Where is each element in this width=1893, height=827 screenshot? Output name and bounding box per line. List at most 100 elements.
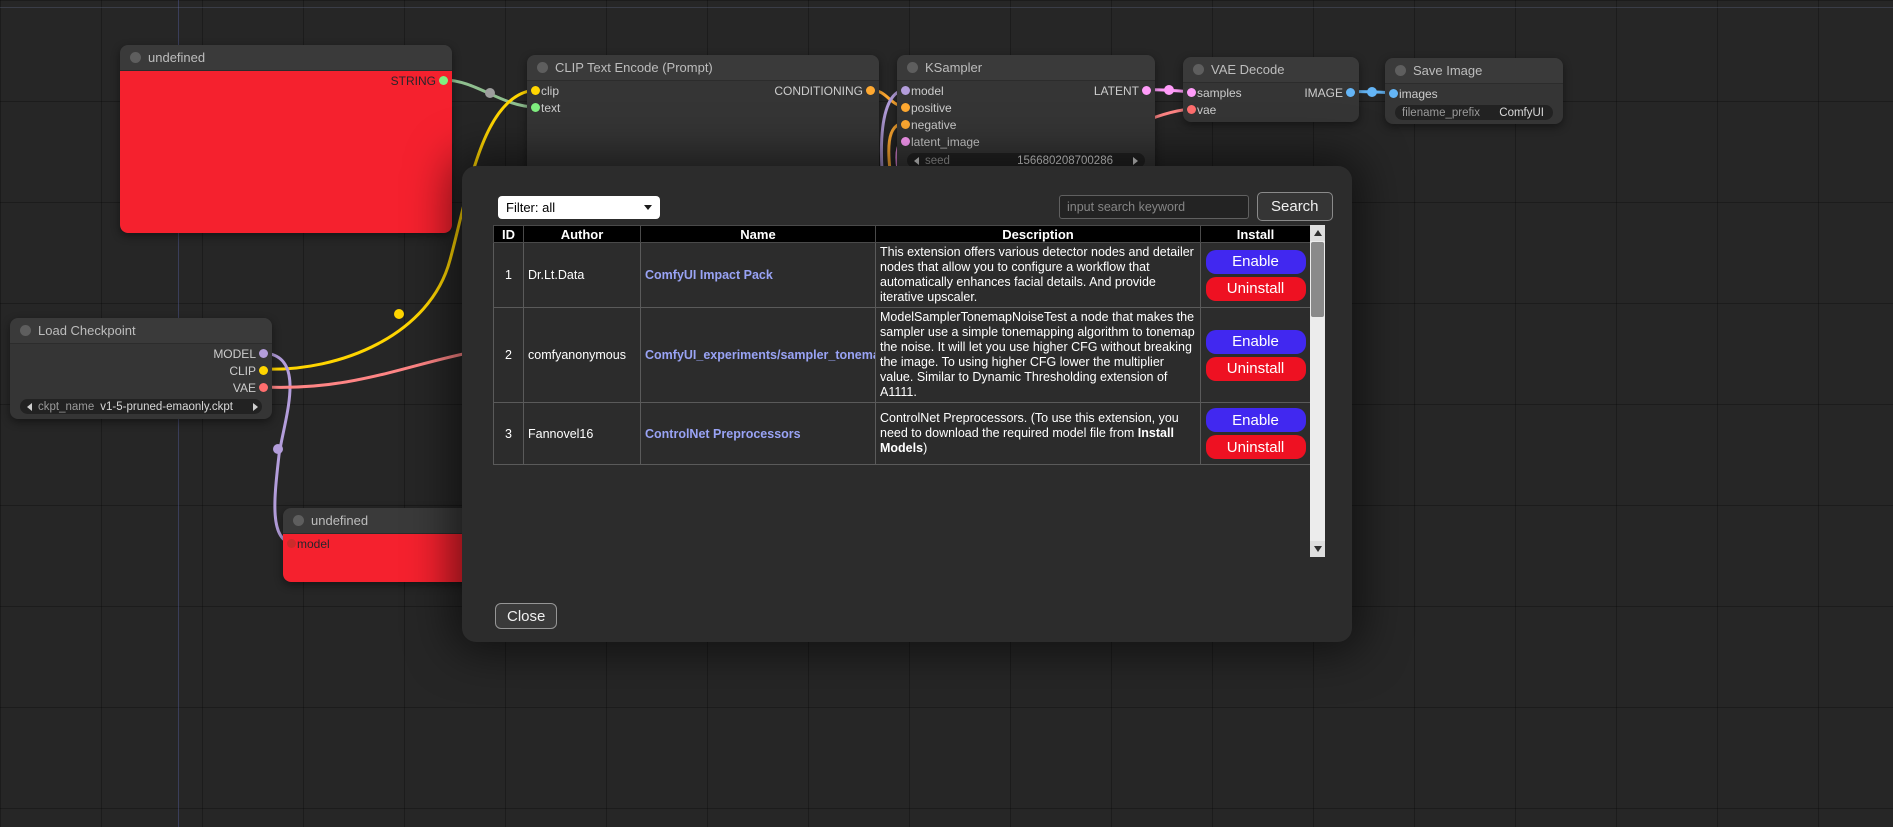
- cell-name: ComfyUI_experiments/sampler_tonemap: [641, 308, 876, 403]
- node-load-checkpoint[interactable]: Load Checkpoint MODEL CLIP VAE ckpt_name…: [10, 318, 272, 419]
- next-arrow-icon[interactable]: [253, 403, 258, 411]
- node-header[interactable]: Load Checkpoint: [10, 318, 272, 344]
- node-title: VAE Decode: [1211, 62, 1284, 77]
- collapse-dot-icon[interactable]: [130, 52, 141, 63]
- input-slot-negative[interactable]: [901, 120, 910, 129]
- node-header[interactable]: undefined: [120, 45, 452, 71]
- node-vae-decode[interactable]: VAE Decode samples IMAGE vae: [1183, 57, 1359, 122]
- input-slot-model[interactable]: [901, 86, 910, 95]
- extension-link[interactable]: ControlNet Preprocessors: [645, 427, 801, 441]
- decrement-arrow-icon[interactable]: [914, 157, 919, 165]
- collapse-dot-icon[interactable]: [1193, 64, 1204, 75]
- search-input[interactable]: [1059, 195, 1249, 219]
- widget-label: seed: [925, 155, 950, 167]
- input-slot-label: vae: [1197, 103, 1216, 117]
- slot-row: STRING: [120, 72, 452, 89]
- node-header[interactable]: Save Image: [1385, 58, 1563, 84]
- wire-dot-string[interactable]: [485, 88, 495, 98]
- ckpt-name-widget[interactable]: ckpt_name v1-5-pruned-emaonly.ckpt: [20, 399, 262, 414]
- uninstall-button[interactable]: Uninstall: [1206, 435, 1306, 459]
- slot-row: CLIP: [10, 362, 272, 379]
- node-header[interactable]: KSampler: [897, 55, 1155, 81]
- node-title: KSampler: [925, 60, 982, 75]
- input-slot-label: negative: [911, 118, 956, 132]
- collapse-dot-icon[interactable]: [1395, 65, 1406, 76]
- input-slot-images[interactable]: [1389, 89, 1398, 98]
- wire-dot-model[interactable]: [273, 444, 283, 454]
- table-row: 1 Dr.Lt.Data ComfyUI Impact Pack This ex…: [494, 243, 1311, 308]
- col-header-install: Install: [1201, 226, 1311, 243]
- input-slot-samples[interactable]: [1187, 88, 1196, 97]
- custom-nodes-manager-dialog: Filter: all Search ID Author Name Descri…: [462, 166, 1352, 642]
- output-slot-string[interactable]: [439, 76, 448, 85]
- input-slot-vae[interactable]: [1187, 105, 1196, 114]
- node-ksampler[interactable]: KSampler model LATENT positive negative …: [897, 55, 1155, 177]
- wire-dot-image[interactable]: [1367, 87, 1377, 97]
- enable-button[interactable]: Enable: [1206, 330, 1306, 354]
- input-slot-model[interactable]: [287, 539, 296, 548]
- slot-row: text: [527, 99, 879, 116]
- filter-select[interactable]: Filter: all: [498, 196, 660, 219]
- output-slot-label: IMAGE: [1304, 86, 1343, 100]
- node-header[interactable]: VAE Decode: [1183, 57, 1359, 83]
- node-header[interactable]: CLIP Text Encode (Prompt): [527, 55, 879, 81]
- slot-row: positive: [897, 99, 1155, 116]
- uninstall-button[interactable]: Uninstall: [1206, 277, 1306, 301]
- output-slot-vae[interactable]: [259, 383, 268, 392]
- input-slot-label: text: [541, 101, 560, 115]
- input-slot-latent-image[interactable]: [901, 137, 910, 146]
- previous-arrow-icon[interactable]: [27, 403, 32, 411]
- node-body: model LATENT positive negative latent_im…: [897, 81, 1155, 168]
- filter-selected-value: Filter: all: [506, 200, 555, 215]
- col-header-author: Author: [524, 226, 641, 243]
- input-slot-label: model: [911, 84, 944, 98]
- output-slot-image[interactable]: [1346, 88, 1355, 97]
- node-body: images filename_prefix ComfyUI: [1385, 84, 1563, 120]
- output-slot-label: VAE: [233, 381, 256, 395]
- col-header-id: ID: [494, 226, 524, 243]
- search-button[interactable]: Search: [1257, 192, 1333, 221]
- enable-button[interactable]: Enable: [1206, 408, 1306, 432]
- cell-id: 2: [494, 308, 524, 403]
- table-row: 2 comfyanonymous ComfyUI_experiments/sam…: [494, 308, 1311, 403]
- output-slot-clip[interactable]: [259, 366, 268, 375]
- input-slot-label: latent_image: [911, 135, 980, 149]
- node-title: undefined: [148, 50, 205, 65]
- collapse-dot-icon[interactable]: [20, 325, 31, 336]
- filename-prefix-widget[interactable]: filename_prefix ComfyUI: [1395, 105, 1553, 120]
- scroll-up-button[interactable]: [1310, 225, 1325, 241]
- node-body: MODEL CLIP VAE ckpt_name v1-5-pruned-ema…: [10, 344, 272, 414]
- scroll-down-button[interactable]: [1310, 541, 1325, 557]
- collapse-dot-icon[interactable]: [537, 62, 548, 73]
- widget-label: ckpt_name: [38, 401, 94, 413]
- input-slot-text[interactable]: [531, 103, 540, 112]
- collapse-dot-icon[interactable]: [293, 515, 304, 526]
- uninstall-button[interactable]: Uninstall: [1206, 357, 1306, 381]
- wire-dot-latent[interactable]: [1164, 85, 1174, 95]
- extension-link[interactable]: ComfyUI_experiments/sampler_tonemap: [645, 348, 876, 362]
- cell-id: 3: [494, 403, 524, 465]
- input-slot-label: positive: [911, 101, 952, 115]
- enable-button[interactable]: Enable: [1206, 250, 1306, 274]
- col-header-description: Description: [876, 226, 1201, 243]
- widget-value: 156680208700286: [1017, 155, 1113, 167]
- scrollbar-thumb[interactable]: [1311, 242, 1324, 317]
- increment-arrow-icon[interactable]: [1133, 157, 1138, 165]
- output-slot-label: CONDITIONING: [774, 84, 863, 98]
- output-slot-latent[interactable]: [1142, 86, 1151, 95]
- extension-link[interactable]: ComfyUI Impact Pack: [645, 268, 773, 282]
- collapse-dot-icon[interactable]: [907, 62, 918, 73]
- input-slot-positive[interactable]: [901, 103, 910, 112]
- input-slot-label: clip: [541, 84, 559, 98]
- chevron-down-icon: [644, 205, 652, 210]
- scrollbar[interactable]: [1310, 225, 1325, 557]
- input-slot-clip[interactable]: [531, 86, 540, 95]
- output-slot-conditioning[interactable]: [866, 86, 875, 95]
- node-undefined-top[interactable]: undefined STRING: [120, 45, 452, 233]
- close-button[interactable]: Close: [495, 603, 557, 629]
- cell-author: Fannovel16: [524, 403, 641, 465]
- node-title: Save Image: [1413, 63, 1482, 78]
- node-save-image[interactable]: Save Image images filename_prefix ComfyU…: [1385, 58, 1563, 124]
- wire-dot-clip[interactable]: [394, 309, 404, 319]
- output-slot-model[interactable]: [259, 349, 268, 358]
